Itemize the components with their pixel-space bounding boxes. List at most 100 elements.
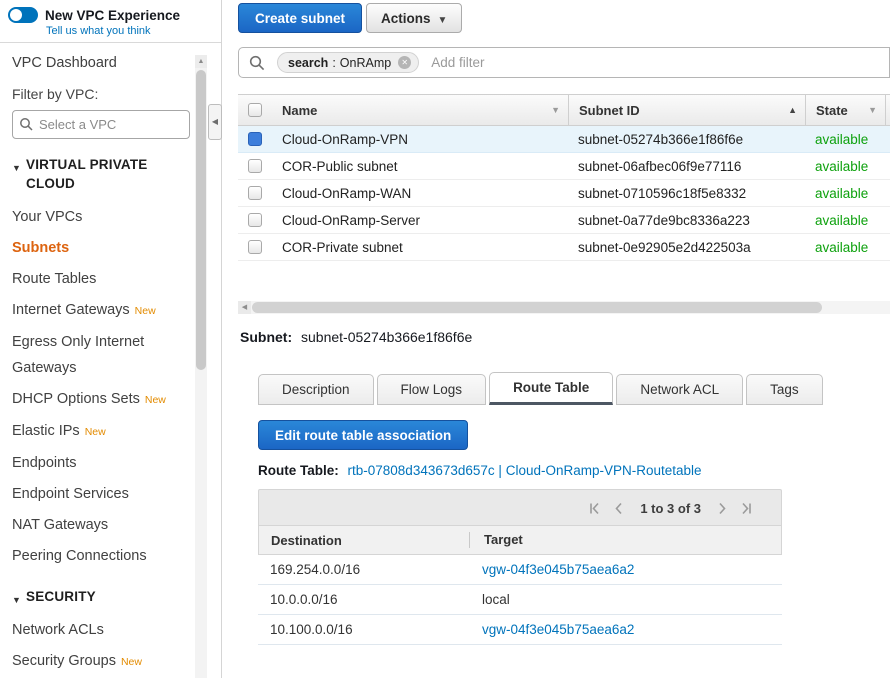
pagination-last-button[interactable] (740, 502, 753, 515)
section-virtual-private-cloud[interactable]: ▼ VIRTUAL PRIVATE CLOUD (12, 155, 182, 193)
table-row[interactable]: COR-Public subnet subnet-06afbec06f9e771… (238, 153, 890, 180)
sidebar-item-internet-gateways[interactable]: Internet GatewaysNew (12, 294, 192, 326)
new-badge: New (121, 656, 142, 668)
pagination-first-button[interactable] (588, 502, 601, 515)
route-table-name-link[interactable]: Cloud-OnRamp-VPN-Routetable (506, 463, 702, 478)
sidebar-item-elastic-ips[interactable]: Elastic IPsNew (12, 415, 192, 447)
scroll-up-icon[interactable]: ▲ (195, 55, 207, 68)
sidebar-item-peering-connections[interactable]: Peering Connections (12, 540, 192, 571)
subnet-table-header: Name ▼ Subnet ID ▲ State ▼ (238, 94, 890, 126)
sidebar-item-endpoint-services[interactable]: Endpoint Services (12, 478, 192, 509)
sort-asc-icon[interactable]: ▲ (788, 105, 797, 115)
new-badge: New (135, 305, 156, 317)
sort-desc-icon[interactable]: ▼ (551, 105, 560, 115)
chevron-down-icon: ▼ (438, 15, 448, 26)
pagination-next-button[interactable] (716, 502, 729, 515)
sidebar-item-your-vpcs[interactable]: Your VPCs (12, 201, 192, 232)
sidebar-item-endpoints[interactable]: Endpoints (12, 447, 192, 478)
tab-route-table[interactable]: Route Table (489, 372, 613, 405)
route-table-line: Route Table: rtb-07808d343673d657c | Clo… (258, 463, 702, 478)
search-icon (249, 55, 265, 71)
column-header-target: Target (469, 532, 781, 549)
route-table-id-link[interactable]: rtb-07808d343673d657c (348, 463, 495, 478)
sidebar-item-subnets[interactable]: Subnets (12, 232, 192, 263)
detail-tabs: Description Flow Logs Route Table Networ… (258, 372, 823, 405)
row-checkbox[interactable] (248, 240, 262, 254)
target-link[interactable]: vgw-04f3e045b75aea6a2 (482, 562, 634, 577)
filter-chip[interactable]: search : OnRAmp ✕ (277, 52, 419, 73)
subnet-table: Name ▼ Subnet ID ▲ State ▼ Cloud-OnRamp-… (238, 94, 890, 261)
selected-subnet-line: Subnet: subnet-05274b366e1f86f6e (240, 329, 472, 345)
section-label: VIRTUAL PRIVATE CLOUD (26, 157, 148, 191)
pagination-prev-button[interactable] (612, 502, 625, 515)
routes-toolbar: 1 to 3 of 3 (258, 489, 782, 525)
sidebar-item-dhcp-options-sets[interactable]: DHCP Options SetsNew (12, 383, 192, 415)
section-label: SECURITY (26, 589, 96, 604)
new-experience-title: New VPC Experience (45, 8, 180, 23)
sort-desc-icon[interactable]: ▼ (868, 105, 877, 115)
route-table-separator: | (498, 463, 502, 478)
row-checkbox[interactable] (248, 213, 262, 227)
vpc-search-input[interactable] (12, 110, 190, 139)
section-security[interactable]: ▼ SECURITY (12, 587, 182, 606)
row-checkbox[interactable] (248, 159, 262, 173)
sidebar-collapse-handle[interactable]: ◀ (208, 104, 222, 140)
filter-bar[interactable]: search : OnRAmp ✕ Add filter (238, 47, 890, 78)
column-header-name[interactable]: Name ▼ (272, 95, 568, 125)
section-collapse-icon: ▼ (12, 591, 21, 610)
target-link[interactable]: vgw-04f3e045b75aea6a2 (482, 622, 634, 637)
column-header-subnet-id[interactable]: Subnet ID ▲ (568, 95, 805, 125)
create-subnet-button[interactable]: Create subnet (238, 3, 362, 33)
filter-chip-value: OnRAmp (340, 56, 391, 70)
target-value: local (482, 592, 510, 607)
sidebar-scrollbar[interactable]: ▲ (195, 55, 207, 678)
row-checkbox[interactable] (248, 186, 262, 200)
new-badge: New (85, 426, 106, 438)
sidebar-item-security-groups[interactable]: Security GroupsNew (12, 645, 192, 677)
sidebar-item-vpc-dashboard[interactable]: VPC Dashboard (12, 55, 172, 71)
remove-filter-icon[interactable]: ✕ (398, 56, 411, 69)
horizontal-scrollbar[interactable]: ◀ (238, 301, 890, 314)
sidebar-item-network-acls[interactable]: Network ACLs (12, 614, 192, 645)
sidebar-item-route-tables[interactable]: Route Tables (12, 263, 192, 294)
row-checkbox[interactable] (248, 132, 262, 146)
new-badge: New (145, 394, 166, 406)
vpc-nav-list: Your VPCs Subnets Route Tables Internet … (12, 201, 192, 571)
security-nav-list: Network ACLs Security GroupsNew (12, 614, 192, 677)
column-header-destination: Destination (259, 533, 469, 548)
vpc-search (12, 110, 190, 139)
tab-network-acl[interactable]: Network ACL (616, 374, 743, 405)
new-experience-toggle[interactable] (8, 7, 38, 23)
select-all-checkbox[interactable] (248, 103, 262, 117)
table-row[interactable]: COR-Private subnet subnet-0e92905e2d4225… (238, 234, 890, 261)
actions-button[interactable]: Actions▼ (366, 3, 462, 33)
filter-chip-separator: : (332, 56, 335, 70)
tell-us-link[interactable]: Tell us what you think (46, 25, 213, 37)
tab-flow-logs[interactable]: Flow Logs (377, 374, 487, 405)
status-badge: available (805, 213, 885, 228)
pagination: 1 to 3 of 3 (588, 490, 753, 526)
table-row[interactable]: Cloud-OnRamp-WAN subnet-0710596c18f5e833… (238, 180, 890, 207)
horizontal-scrollbar-thumb[interactable] (252, 302, 822, 313)
edit-route-table-association-button[interactable]: Edit route table association (258, 420, 468, 450)
collapse-left-icon: ◀ (212, 117, 218, 126)
sidebar-item-egress-only-internet-gateways[interactable]: Egress Only Internet Gateways (12, 326, 192, 383)
tab-tags[interactable]: Tags (746, 374, 823, 405)
tab-description[interactable]: Description (258, 374, 374, 405)
table-row[interactable]: Cloud-OnRamp-Server subnet-0a77de9bc8336… (238, 207, 890, 234)
table-row[interactable]: Cloud-OnRamp-VPN subnet-05274b366e1f86f6… (238, 126, 890, 153)
sidebar-item-nat-gateways[interactable]: NAT Gateways (12, 509, 192, 540)
route-table-panel: 1 to 3 of 3 Destination Target 169.254.0… (258, 489, 782, 645)
status-badge: available (805, 132, 885, 147)
route-row: 169.254.0.0/16 vgw-04f3e045b75aea6a2 (258, 555, 782, 585)
sidebar: New VPC Experience Tell us what you thin… (0, 0, 222, 678)
add-filter-input[interactable]: Add filter (431, 55, 484, 70)
subnet-label: Subnet: (240, 329, 292, 345)
pagination-count: 1 to 3 of 3 (640, 501, 701, 516)
route-row: 10.100.0.0/16 vgw-04f3e045b75aea6a2 (258, 615, 782, 645)
column-header-state[interactable]: State ▼ (805, 95, 885, 125)
search-icon (19, 117, 33, 131)
sidebar-scrollbar-thumb[interactable] (196, 70, 206, 370)
scroll-left-icon[interactable]: ◀ (238, 301, 251, 314)
routes-table-header: Destination Target (258, 525, 782, 555)
